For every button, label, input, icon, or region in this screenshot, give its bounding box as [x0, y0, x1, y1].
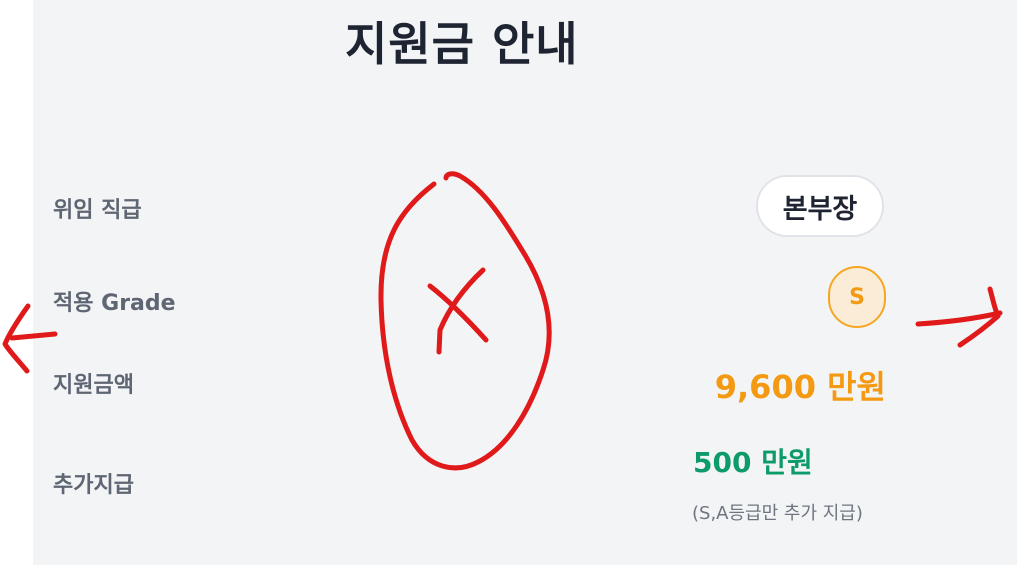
grade-label: 적용 Grade	[53, 291, 176, 316]
support-info-panel: 지원금 안내 위임 직급 적용 Grade 지원금액 추가지급 본부장 S 9,…	[33, 0, 1017, 565]
rank-badge: 본부장	[756, 175, 884, 237]
extra-payment-value: 500 만원	[693, 446, 813, 479]
extra-payment-label: 추가지급	[53, 473, 134, 498]
amount-value: 9,600 만원	[714, 368, 886, 406]
extra-payment-note: (S,A등급만 추가 지급)	[692, 503, 863, 524]
rank-label: 위임 직급	[53, 198, 142, 223]
page-title: 지원금 안내	[345, 17, 579, 71]
amount-label: 지원금액	[53, 373, 134, 398]
grade-badge: S	[828, 266, 886, 328]
